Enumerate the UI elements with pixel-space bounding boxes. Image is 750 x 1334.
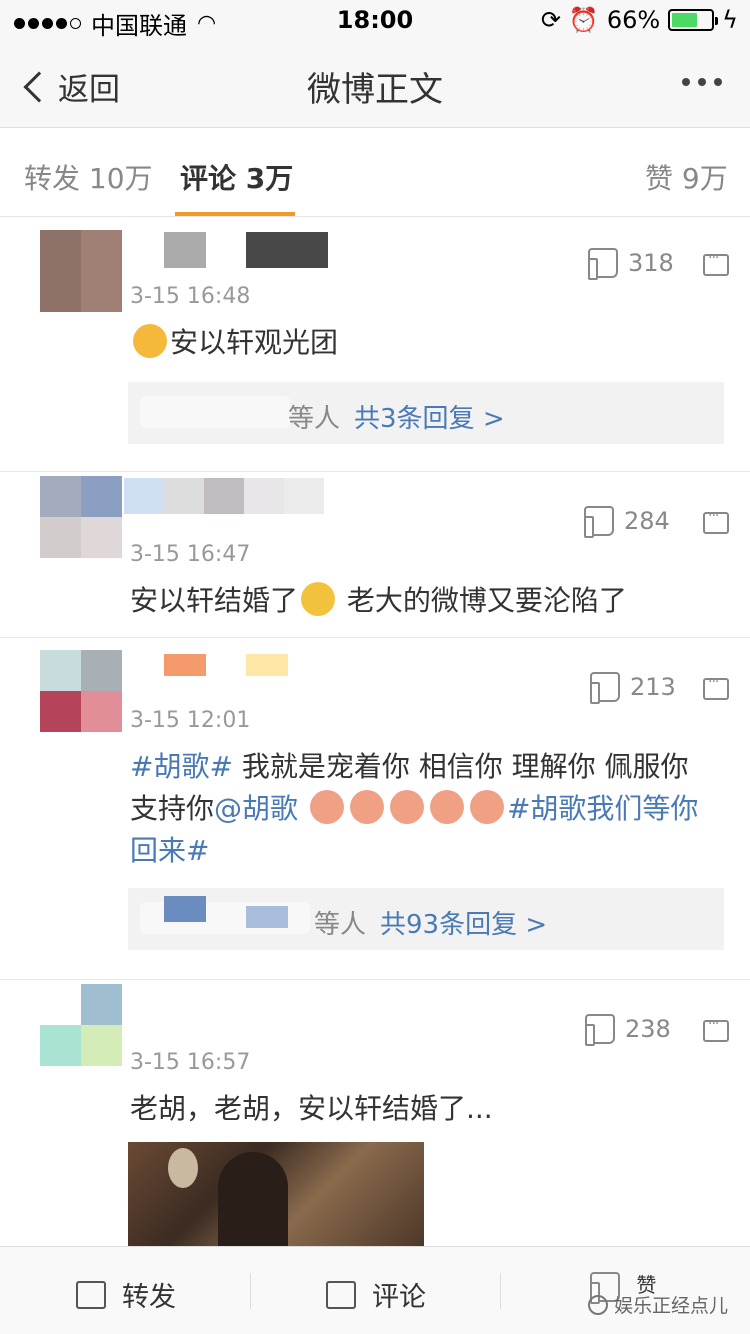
comment-button[interactable]: 评论 <box>326 1275 426 1314</box>
like-button[interactable]: 238 <box>585 1014 671 1046</box>
tab-likes[interactable]: 赞 9万 <box>645 157 728 197</box>
like-button[interactable]: 284 <box>584 506 670 538</box>
reply-icon[interactable] <box>703 508 729 534</box>
tab-repost-label: 转发 <box>24 162 81 195</box>
reply-users-blurred <box>164 896 206 922</box>
tab-bar: 转发 10万 评论 3万 赞 9万 <box>0 129 750 217</box>
reply-summary: 等人 共3条回复 > <box>288 398 505 435</box>
thumbs-up-icon <box>584 506 614 538</box>
bunny-emoji-icon <box>429 790 464 824</box>
like-count: 284 <box>624 507 670 535</box>
comment-item: 318 3-15 16:48 安以轩观光团 等人共3条回复 > <box>0 218 750 472</box>
battery-percent: 66% <box>606 6 661 34</box>
comment-date: 3-15 12:01 <box>130 708 251 733</box>
tab-repost[interactable]: 转发 10万 <box>24 157 153 197</box>
thumbs-up-icon <box>585 1014 615 1046</box>
reply-users-blurred <box>246 906 288 928</box>
tab-active-indicator <box>175 212 295 216</box>
bunny-emoji-icon <box>309 790 344 824</box>
comment-date: 3-15 16:48 <box>130 284 251 309</box>
like-count: 213 <box>630 673 676 701</box>
wechat-icon <box>587 1294 608 1315</box>
reply-users-blurred <box>140 396 290 428</box>
topic-link[interactable]: #胡歌# <box>130 750 233 783</box>
status-bar: 中国联通 ◠ 18:00 ⟳ ⏰ 66% ϟ <box>0 0 750 40</box>
comment-item: 284 3-15 16:47 安以轩结婚了 老大的微博又要沦陷了 <box>0 472 750 638</box>
divider <box>250 1273 251 1309</box>
like-count: 238 <box>625 1015 671 1043</box>
tab-comments-label: 评论 <box>180 162 237 195</box>
comment-text-body: 安以轩观光团 <box>170 326 339 359</box>
comment-text: 安以轩结婚了 老大的微博又要沦陷了 <box>130 580 720 622</box>
comment-date: 3-15 16:57 <box>130 1050 251 1075</box>
comment-date: 3-15 16:47 <box>130 542 251 567</box>
reply-summary: 等人 共93条回复 > <box>314 904 547 941</box>
page-title: 微博正文 <box>307 70 443 110</box>
divider <box>500 1273 501 1309</box>
reply-count-link[interactable]: 共93条回复 > <box>380 910 547 940</box>
rotation-lock-icon: ⟳ <box>540 6 561 34</box>
comment-icon <box>326 1280 356 1309</box>
share-icon <box>76 1280 106 1309</box>
reply-count-link[interactable]: 共3条回复 > <box>354 404 505 434</box>
watermark: 娱乐正经点儿 <box>587 1291 728 1318</box>
reply-preview[interactable]: 等人 共93条回复 > <box>128 888 724 950</box>
comment-text-part2: 老大的微博又要沦陷了 <box>346 584 627 617</box>
bottom-action-bar: 转发 评论 赞 娱乐正经点儿 <box>0 1246 750 1334</box>
comment-label: 评论 <box>372 1282 426 1313</box>
bunny-emoji-icon <box>469 790 504 824</box>
mention-link[interactable]: @胡歌 <box>214 792 298 825</box>
repost-label: 转发 <box>122 1282 176 1313</box>
username-blurred[interactable] <box>164 654 288 676</box>
reply-suffix: 等人 <box>314 910 367 940</box>
alarm-icon: ⏰ <box>568 6 599 34</box>
charging-icon: ϟ <box>722 6 738 34</box>
bunny-emoji-icon <box>349 790 384 824</box>
nav-bar: 返回 微博正文 <box>0 40 750 128</box>
watermark-text: 娱乐正经点儿 <box>613 1295 728 1317</box>
cry-emoji-icon <box>301 582 336 616</box>
reply-icon[interactable] <box>703 674 729 700</box>
image-figure <box>218 1152 288 1252</box>
tab-comments[interactable]: 评论 3万 <box>180 157 293 197</box>
comment-item: 213 3-15 12:01 #胡歌# 我就是宠着你 相信你 理解你 佩服你支持… <box>0 638 750 980</box>
comment-text: 安以轩观光团 <box>130 322 720 364</box>
bunny-emoji-icon <box>389 790 424 824</box>
like-button[interactable]: 318 <box>588 248 674 280</box>
thumbs-up-icon <box>590 672 620 704</box>
tab-likes-count: 9万 <box>681 162 728 195</box>
comment-text-part1: 安以轩结婚了 <box>130 584 299 617</box>
repost-button[interactable]: 转发 <box>76 1275 176 1314</box>
battery-icon <box>668 9 719 31</box>
avatar[interactable] <box>40 230 122 312</box>
laugh-emoji-icon <box>133 324 167 358</box>
username-blurred[interactable] <box>124 478 324 514</box>
comment-text: #胡歌# 我就是宠着你 相信你 理解你 佩服你支持你@胡歌 #胡歌我们等你回来# <box>130 746 710 872</box>
reply-icon[interactable] <box>703 1016 729 1042</box>
like-count: 318 <box>628 249 674 277</box>
tab-repost-count: 10万 <box>88 162 153 195</box>
comment-text: 老胡，老胡，安以轩结婚了... <box>130 1092 493 1125</box>
like-button[interactable]: 213 <box>590 672 676 704</box>
image-figure <box>168 1148 198 1188</box>
more-icon[interactable] <box>682 78 722 86</box>
username-blurred[interactable] <box>164 232 328 268</box>
reply-icon[interactable] <box>703 250 729 276</box>
avatar[interactable] <box>40 476 122 558</box>
reply-preview[interactable]: 等人 共3条回复 > <box>128 382 724 444</box>
comment-image[interactable] <box>128 1142 424 1252</box>
thumbs-up-icon <box>588 248 618 280</box>
status-right: ⟳ ⏰ 66% ϟ <box>541 6 738 34</box>
tab-comments-count: 3万 <box>245 162 294 195</box>
comment-item: 238 3-15 16:57 老胡，老胡，安以轩结婚了... <box>0 980 750 1252</box>
tab-likes-label: 赞 <box>645 162 674 195</box>
avatar[interactable] <box>40 984 122 1066</box>
reply-suffix: 等人 <box>288 404 341 434</box>
avatar[interactable] <box>40 650 122 732</box>
